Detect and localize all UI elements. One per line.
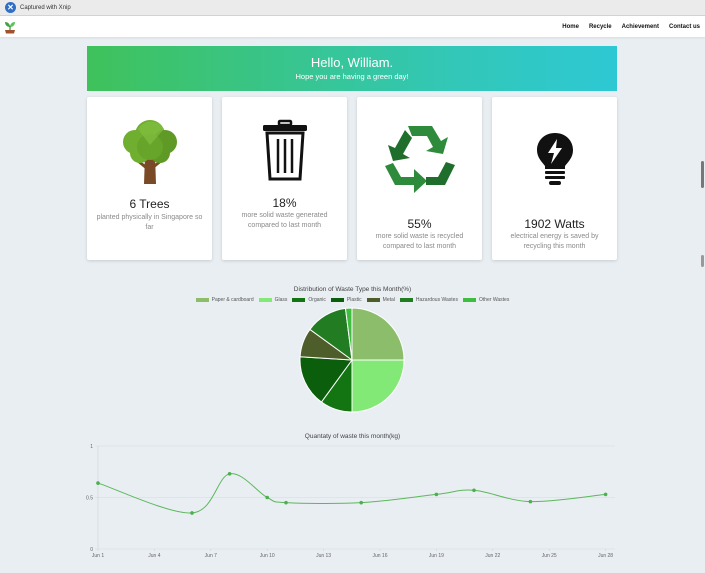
page-scrollbar[interactable] [699,37,705,573]
x-tick-label: Jun 22 [485,553,500,559]
scrollbar-thumb[interactable] [701,161,704,188]
x-tick-label: Jun 28 [598,553,613,559]
x-tick-label: Jun 10 [260,553,275,559]
data-point[interactable] [434,492,439,497]
x-tick-label: Jun 16 [372,553,387,559]
y-tick-label: 1 [90,444,93,450]
x-tick-label: Jun 19 [429,553,444,559]
x-tick-label: Jun 4 [148,553,160,559]
data-point[interactable] [190,511,194,515]
data-point[interactable] [265,495,270,500]
x-tick-label: Jun 7 [205,553,217,559]
data-point[interactable] [472,488,476,493]
waste-quantity-line [97,473,606,514]
data-point[interactable] [603,492,608,497]
data-point[interactable] [528,499,533,504]
data-point[interactable] [284,500,288,505]
y-tick-label: 0.5 [86,496,93,502]
x-tick-label: Jun 1 [92,553,104,559]
data-point[interactable] [96,481,100,485]
data-point[interactable] [227,472,232,476]
line-chart: 00.51Jun 1 Jun 4 Jun 7 Jun 10 Jun 13 Jun 16 Ju… [86,444,615,559]
scrollbar-marker [701,255,704,267]
x-tick-label: Jun 25 [542,553,557,559]
x-tick-label: Jun 13 [316,553,331,559]
data-point[interactable] [359,500,364,505]
